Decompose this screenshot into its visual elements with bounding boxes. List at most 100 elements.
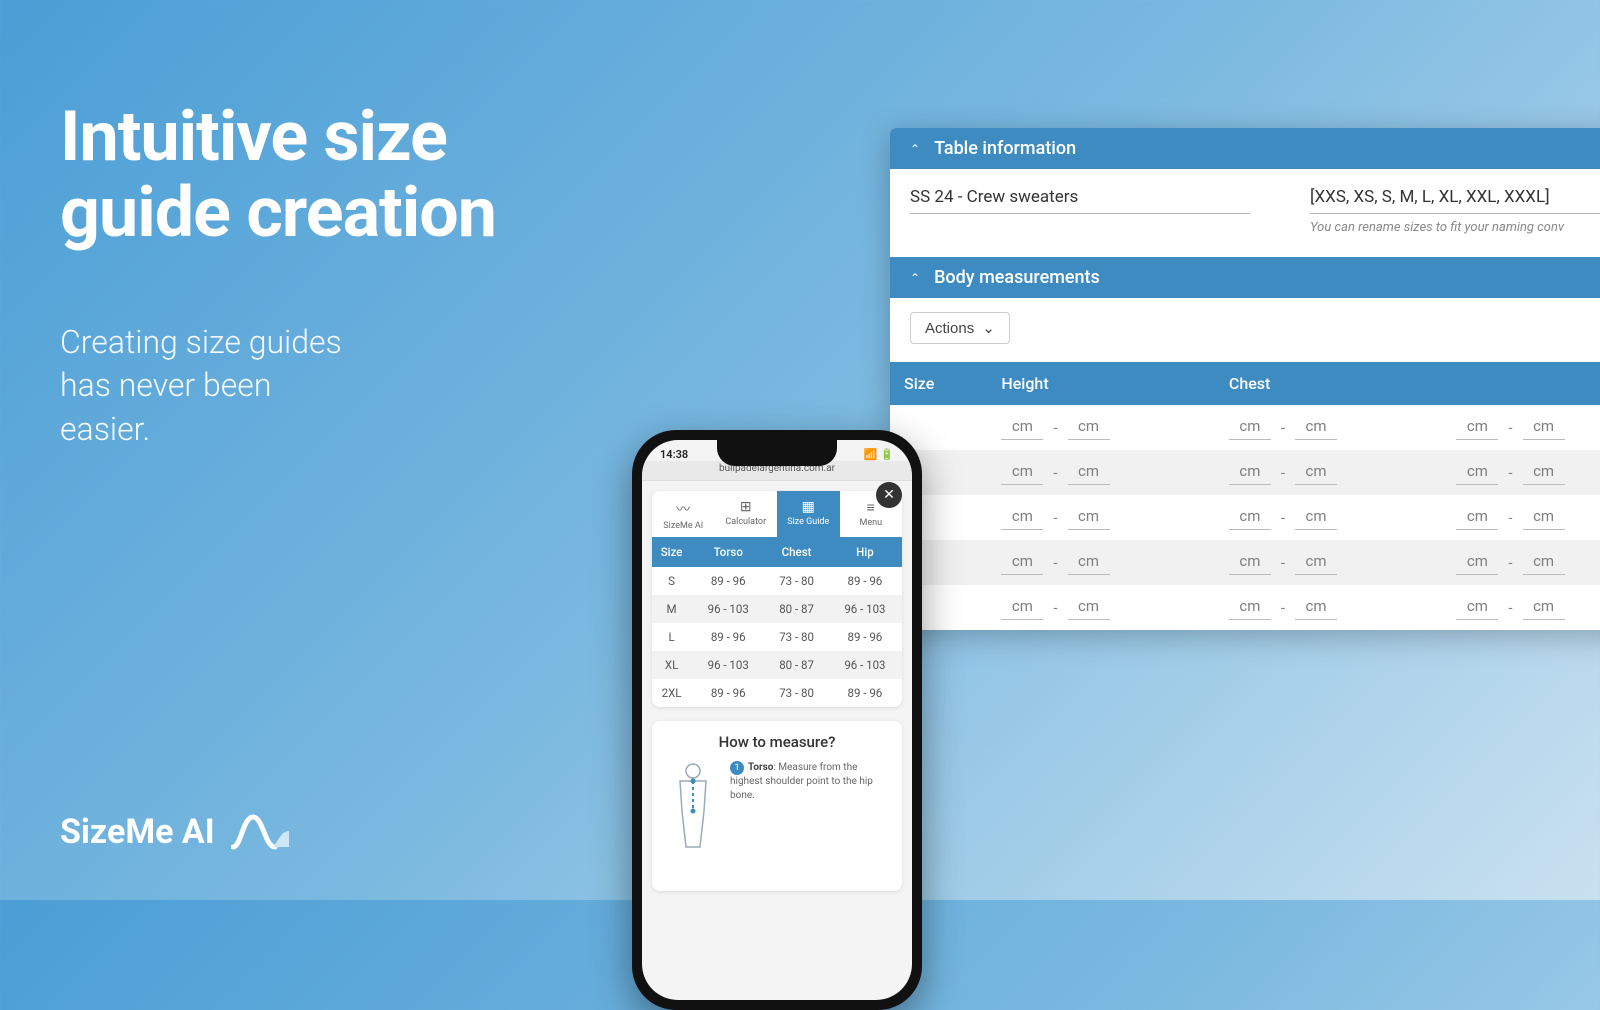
cm-to-input[interactable]: cm [1523, 505, 1565, 530]
cm-from-input[interactable]: cm [1229, 460, 1271, 485]
cm-from-input[interactable]: cm [1456, 595, 1498, 620]
phone-mockup: 14:38 📶 🔋 bullpadelargentina.com.ar ✕ 〰S… [632, 430, 922, 1010]
range-dash: - [1281, 464, 1285, 482]
cm-from-input[interactable]: cm [1229, 415, 1271, 440]
cm-to-input[interactable]: cm [1068, 505, 1110, 530]
mini-cell: 96 - 103 [691, 651, 765, 679]
col-high: High [1442, 362, 1600, 405]
size-guide-widget: 〰SizeMe AI⊞Calculator▦Size Guide≡Menu Si… [652, 491, 902, 707]
cm-to-input[interactable]: cm [1068, 415, 1110, 440]
col-chest: Chest [1215, 362, 1443, 405]
mini-cell: 80 - 87 [765, 595, 828, 623]
table-row: cm-cmcm-cmcm-cm [890, 495, 1600, 540]
cm-from-input[interactable]: cm [1456, 505, 1498, 530]
range-dash: - [1508, 554, 1512, 572]
mini-cell: 80 - 87 [765, 651, 828, 679]
cm-to-input[interactable]: cm [1523, 595, 1565, 620]
cm-from-input[interactable]: cm [1001, 505, 1043, 530]
chevron-down-icon: ⌄ [982, 319, 995, 337]
hero-sub-line2: has never been [60, 366, 271, 404]
cm-to-input[interactable]: cm [1068, 460, 1110, 485]
size-guide-editor-panel: ⌃ Table information SS 24 - Crew sweater… [890, 128, 1600, 630]
cm-from-input[interactable]: cm [1001, 595, 1043, 620]
tab-calculator[interactable]: ⊞Calculator [715, 491, 778, 537]
mini-cell: 89 - 96 [691, 679, 765, 707]
measurement-cell: cm-cm [1442, 495, 1600, 540]
mini-cell: 89 - 96 [828, 623, 902, 651]
measurement-cell: cm-cm [987, 405, 1215, 450]
range-dash: - [1508, 464, 1512, 482]
tab-label: SizeMe AI [663, 521, 703, 531]
col-size: Size [890, 362, 987, 405]
close-icon[interactable]: ✕ [876, 482, 902, 508]
cm-from-input[interactable]: cm [1456, 415, 1498, 440]
tab-icon: 〰 [652, 499, 715, 519]
sizes-hint: You can rename sizes to fit your naming … [1310, 220, 1600, 235]
cm-to-input[interactable]: cm [1295, 595, 1337, 620]
range-dash: - [1281, 599, 1285, 617]
cm-to-input[interactable]: cm [1523, 550, 1565, 575]
measurement-cell: cm-cm [1215, 585, 1443, 630]
mini-col-hip: Hip [828, 537, 902, 567]
mini-table-row: L89 - 9673 - 8089 - 96 [652, 623, 902, 651]
section-header-body-measurements[interactable]: ⌃ Body measurements [890, 257, 1600, 298]
hero-sub-line3: easier. [60, 410, 150, 448]
cm-from-input[interactable]: cm [1229, 595, 1271, 620]
mini-cell: 73 - 80 [765, 623, 828, 651]
mini-cell: L [652, 623, 691, 651]
howto-torso-label: Torso [748, 762, 773, 773]
mini-table-row: XL96 - 10380 - 8796 - 103 [652, 651, 902, 679]
howto-title: How to measure? [666, 733, 888, 751]
phone-notch [717, 440, 837, 466]
cm-from-input[interactable]: cm [1001, 460, 1043, 485]
measurement-cell: cm-cm [1442, 450, 1600, 495]
range-dash: - [1508, 599, 1512, 617]
brand-name: SizeMe AI [60, 812, 215, 852]
tab-size-guide[interactable]: ▦Size Guide [777, 491, 840, 537]
cm-to-input[interactable]: cm [1068, 550, 1110, 575]
section-title-table-info: Table information [934, 138, 1076, 159]
mini-cell: 73 - 80 [765, 567, 828, 595]
mini-col-torso: Torso [691, 537, 765, 567]
range-dash: - [1053, 554, 1057, 572]
cm-to-input[interactable]: cm [1295, 460, 1337, 485]
cm-to-input[interactable]: cm [1295, 550, 1337, 575]
mini-cell: S [652, 567, 691, 595]
section-title-body-measurements: Body measurements [934, 267, 1100, 288]
actions-dropdown[interactable]: Actions ⌄ [910, 312, 1010, 344]
measurement-cell: cm-cm [987, 540, 1215, 585]
range-dash: - [1281, 554, 1285, 572]
mini-table-row: S89 - 9673 - 8089 - 96 [652, 567, 902, 595]
cm-to-input[interactable]: cm [1295, 415, 1337, 440]
mini-table-row: 2XL89 - 9673 - 8089 - 96 [652, 679, 902, 707]
cm-to-input[interactable]: cm [1068, 595, 1110, 620]
cm-from-input[interactable]: cm [1229, 550, 1271, 575]
mini-cell: 89 - 96 [691, 623, 765, 651]
phone-size-table: SizeTorsoChestHip S89 - 9673 - 8089 - 96… [652, 537, 902, 707]
range-dash: - [1281, 509, 1285, 527]
cm-from-input[interactable]: cm [1001, 550, 1043, 575]
mini-col-chest: Chest [765, 537, 828, 567]
cm-from-input[interactable]: cm [1456, 550, 1498, 575]
mini-cell: 73 - 80 [765, 679, 828, 707]
hero-subtitle: Creating size guides has never been easi… [60, 321, 496, 451]
measurement-cell: cm-cm [987, 495, 1215, 540]
sizes-input[interactable]: [XXS, XS, S, M, L, XL, XXL, XXXL] [1310, 183, 1600, 214]
tab-sizeme-ai[interactable]: 〰 SizeMe AI [652, 491, 715, 537]
table-row: cm-cmcm-cmcm-cm [890, 405, 1600, 450]
cm-to-input[interactable]: cm [1295, 505, 1337, 530]
table-name-input[interactable]: SS 24 - Crew sweaters [910, 183, 1250, 214]
cm-to-input[interactable]: cm [1523, 460, 1565, 485]
section-header-table-info[interactable]: ⌃ Table information [890, 128, 1600, 169]
chevron-up-icon: ⌃ [910, 271, 920, 285]
cm-from-input[interactable]: cm [1001, 415, 1043, 440]
how-to-measure-card: How to measure? 1Torso: Measure from the… [652, 721, 902, 891]
hero-title-line2: guide creation [60, 172, 496, 254]
cm-to-input[interactable]: cm [1523, 415, 1565, 440]
brand-logo-icon [231, 813, 291, 851]
hero-title: Intuitive size guide creation [60, 100, 496, 251]
tab-label: Menu [859, 518, 882, 528]
cm-from-input[interactable]: cm [1456, 460, 1498, 485]
mini-cell: 89 - 96 [691, 567, 765, 595]
cm-from-input[interactable]: cm [1229, 505, 1271, 530]
